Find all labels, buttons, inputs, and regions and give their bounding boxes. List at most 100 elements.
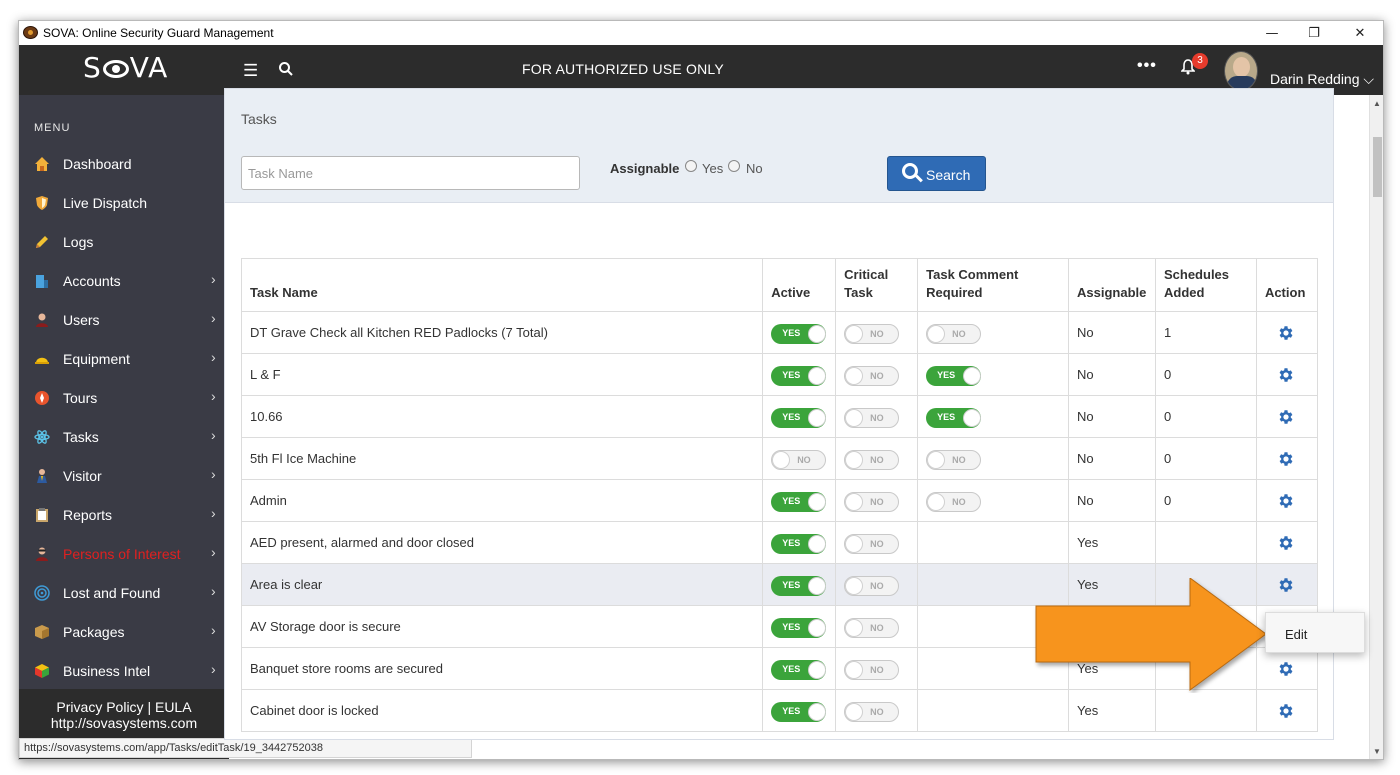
hamburger-menu-icon[interactable]: ☰ (243, 61, 258, 81)
active-toggle[interactable]: YES (771, 365, 827, 386)
col-critical-task[interactable]: Critical Task (835, 258, 919, 312)
critical-toggle[interactable]: NO (844, 365, 900, 386)
sidebar-item-equipment[interactable]: Equipment › (19, 345, 229, 375)
critical-toggle[interactable]: NO (844, 491, 900, 512)
active-toggle[interactable]: YES (771, 575, 827, 596)
website-link[interactable]: http://sovasystems.com (19, 715, 229, 731)
critical-toggle[interactable]: NO (844, 701, 900, 722)
vertical-scrollbar[interactable]: ▲ ▼ (1369, 95, 1383, 759)
search-button-label: Search (926, 167, 971, 183)
sidebar-item-accounts[interactable]: Accounts › (19, 267, 229, 297)
toggle-knob (808, 576, 827, 595)
scroll-down-icon[interactable]: ▼ (1373, 747, 1381, 756)
critical-toggle[interactable]: NO (844, 575, 900, 596)
sidebar-item-persons-of-interest[interactable]: Persons of Interest › (19, 540, 229, 570)
eula-link[interactable]: EULA (155, 699, 192, 715)
shield-icon (34, 195, 50, 211)
comment-required-toggle[interactable]: NO (926, 323, 982, 344)
toggle-text: NO (870, 664, 884, 675)
search-icon[interactable] (278, 61, 294, 82)
user-menu[interactable]: Darin Redding ⌵ (1270, 71, 1374, 88)
active-cell: YES (762, 689, 837, 732)
scroll-thumb[interactable] (1373, 137, 1382, 197)
comment-required-toggle[interactable]: NO (926, 491, 982, 512)
task-name-input[interactable]: Task Name (241, 156, 580, 190)
active-toggle[interactable]: NO (771, 449, 827, 470)
menu-label: MENU (34, 122, 71, 134)
active-toggle[interactable]: YES (771, 491, 827, 512)
gear-icon[interactable] (1277, 408, 1295, 426)
chevron-right-icon: › (211, 622, 216, 638)
authorized-use-banner: FOR AUTHORIZED USE ONLY (522, 61, 724, 77)
privacy-policy-link[interactable]: Privacy Policy (56, 699, 143, 715)
schedules-cell: 0 (1154, 395, 1257, 438)
active-cell: YES (762, 605, 837, 648)
sidebar-item-logs[interactable]: Logs (19, 228, 229, 258)
gear-icon[interactable] (1277, 492, 1295, 510)
schedules-cell (1154, 521, 1257, 564)
assignable-yes-radio[interactable] (685, 160, 697, 172)
critical-toggle[interactable]: NO (844, 533, 900, 554)
active-toggle[interactable]: YES (771, 533, 827, 554)
sidebar-item-reports[interactable]: Reports › (19, 501, 229, 531)
toggle-knob (808, 492, 827, 511)
active-toggle[interactable]: YES (771, 407, 827, 428)
sidebar-item-dashboard[interactable]: Dashboard (19, 150, 229, 180)
table-row: Cabinet door is locked YES NO Yes (240, 689, 1319, 732)
critical-cell: NO (835, 521, 919, 564)
col-task-name[interactable]: Task Name (240, 258, 764, 312)
critical-toggle[interactable]: NO (844, 449, 900, 470)
comment-required-toggle[interactable]: YES (926, 407, 982, 428)
close-button[interactable]: ✕ (1337, 21, 1383, 45)
user-avatar[interactable] (1224, 51, 1258, 91)
toggle-text: NO (952, 328, 966, 339)
sidebar-item-tasks[interactable]: Tasks › (19, 423, 229, 453)
col-schedules-added[interactable]: Schedules Added (1154, 258, 1257, 312)
toggle-knob (808, 366, 827, 385)
active-toggle[interactable]: YES (771, 701, 827, 722)
sidebar-item-business-intel[interactable]: Business Intel › (19, 657, 229, 687)
sidebar-item-lost-and-found[interactable]: Lost and Found › (19, 579, 229, 609)
critical-toggle[interactable]: NO (844, 659, 900, 680)
gear-icon[interactable] (1277, 450, 1295, 468)
scroll-up-icon[interactable]: ▲ (1373, 99, 1381, 108)
assignable-no-radio[interactable] (728, 160, 740, 172)
task-name-cell: AED present, alarmed and door closed (240, 521, 764, 564)
gear-icon[interactable] (1277, 324, 1295, 342)
more-options-icon[interactable]: ••• (1137, 57, 1157, 75)
gear-icon[interactable] (1277, 366, 1295, 384)
critical-toggle[interactable]: NO (844, 617, 900, 638)
active-toggle[interactable]: YES (771, 323, 827, 344)
active-toggle[interactable]: YES (771, 617, 827, 638)
active-cell: NO (762, 437, 837, 480)
toggle-knob (845, 450, 864, 469)
sova-logo[interactable]: S VA (83, 51, 168, 84)
gear-icon[interactable] (1277, 534, 1295, 552)
toggle-text: YES (782, 663, 801, 674)
col-task-comment-required[interactable]: Task Comment Required (917, 258, 1069, 312)
critical-toggle[interactable]: NO (844, 323, 900, 344)
edit-menu-item[interactable]: Edit (1285, 627, 1307, 642)
comment-required-cell: NO (917, 479, 1069, 522)
toggle-text: YES (782, 579, 801, 590)
schedules-cell (1154, 689, 1257, 732)
schedules-cell: 0 (1154, 479, 1257, 522)
restore-button[interactable]: ❐ (1291, 21, 1337, 45)
table-row: AED present, alarmed and door closed YES N… (240, 521, 1319, 564)
col-assignable[interactable]: Assignable (1068, 258, 1156, 312)
chevron-right-icon: › (211, 271, 216, 287)
window-title: SOVA: Online Security Guard Management (43, 26, 274, 40)
sidebar-item-visitor[interactable]: Visitor › (19, 462, 229, 492)
comment-required-toggle[interactable]: NO (926, 449, 982, 470)
sidebar-item-tours[interactable]: Tours › (19, 384, 229, 414)
search-button[interactable]: Search (887, 156, 986, 191)
sidebar-item-packages[interactable]: Packages › (19, 618, 229, 648)
minimize-button[interactable]: — (1249, 21, 1295, 45)
sidebar-item-users[interactable]: Users › (19, 306, 229, 336)
active-toggle[interactable]: YES (771, 659, 827, 680)
col-active[interactable]: Active (762, 258, 837, 312)
sidebar-item-live-dispatch[interactable]: Live Dispatch (19, 189, 229, 219)
gear-icon[interactable] (1277, 702, 1295, 720)
comment-required-toggle[interactable]: YES (926, 365, 982, 386)
critical-toggle[interactable]: NO (844, 407, 900, 428)
